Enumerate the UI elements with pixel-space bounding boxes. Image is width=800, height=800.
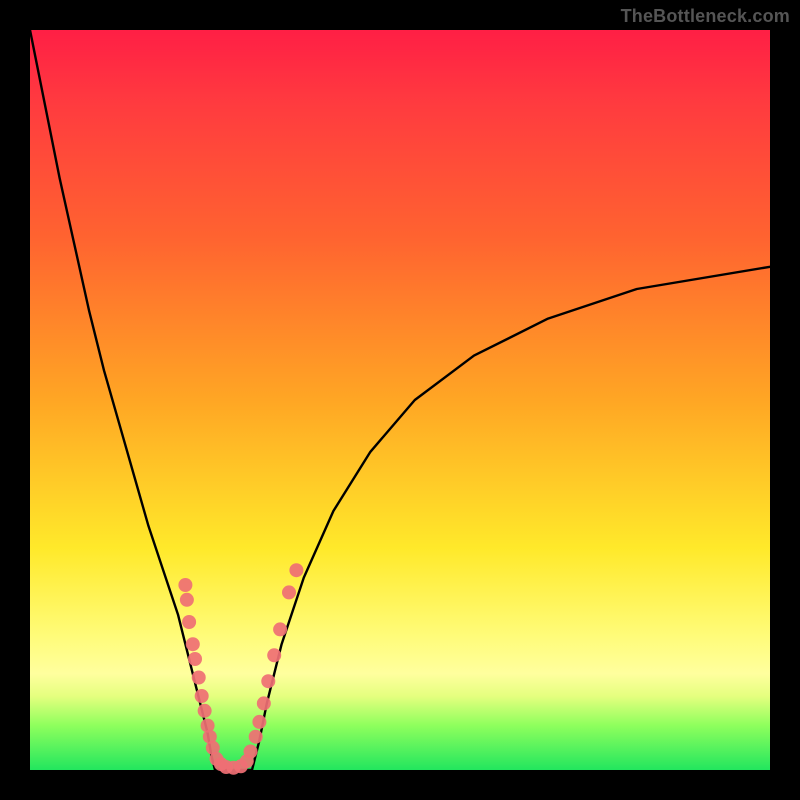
data-marker xyxy=(178,578,192,592)
plot-area xyxy=(30,30,770,770)
curve-layer xyxy=(30,30,770,770)
data-marker xyxy=(180,593,194,607)
data-marker xyxy=(257,696,271,710)
data-marker xyxy=(186,637,200,651)
marker-layer xyxy=(178,563,303,775)
bottleneck-curve xyxy=(30,30,770,770)
data-marker xyxy=(198,704,212,718)
chart-frame: TheBottleneck.com xyxy=(0,0,800,800)
data-marker xyxy=(273,622,287,636)
watermark-text: TheBottleneck.com xyxy=(621,6,790,27)
chart-svg xyxy=(30,30,770,770)
data-marker xyxy=(195,689,209,703)
data-marker xyxy=(192,671,206,685)
data-marker xyxy=(252,715,266,729)
data-marker xyxy=(182,615,196,629)
data-marker xyxy=(289,563,303,577)
data-marker xyxy=(267,648,281,662)
data-marker xyxy=(282,585,296,599)
data-marker xyxy=(261,674,275,688)
data-marker xyxy=(244,745,258,759)
data-marker xyxy=(249,730,263,744)
data-marker xyxy=(188,652,202,666)
